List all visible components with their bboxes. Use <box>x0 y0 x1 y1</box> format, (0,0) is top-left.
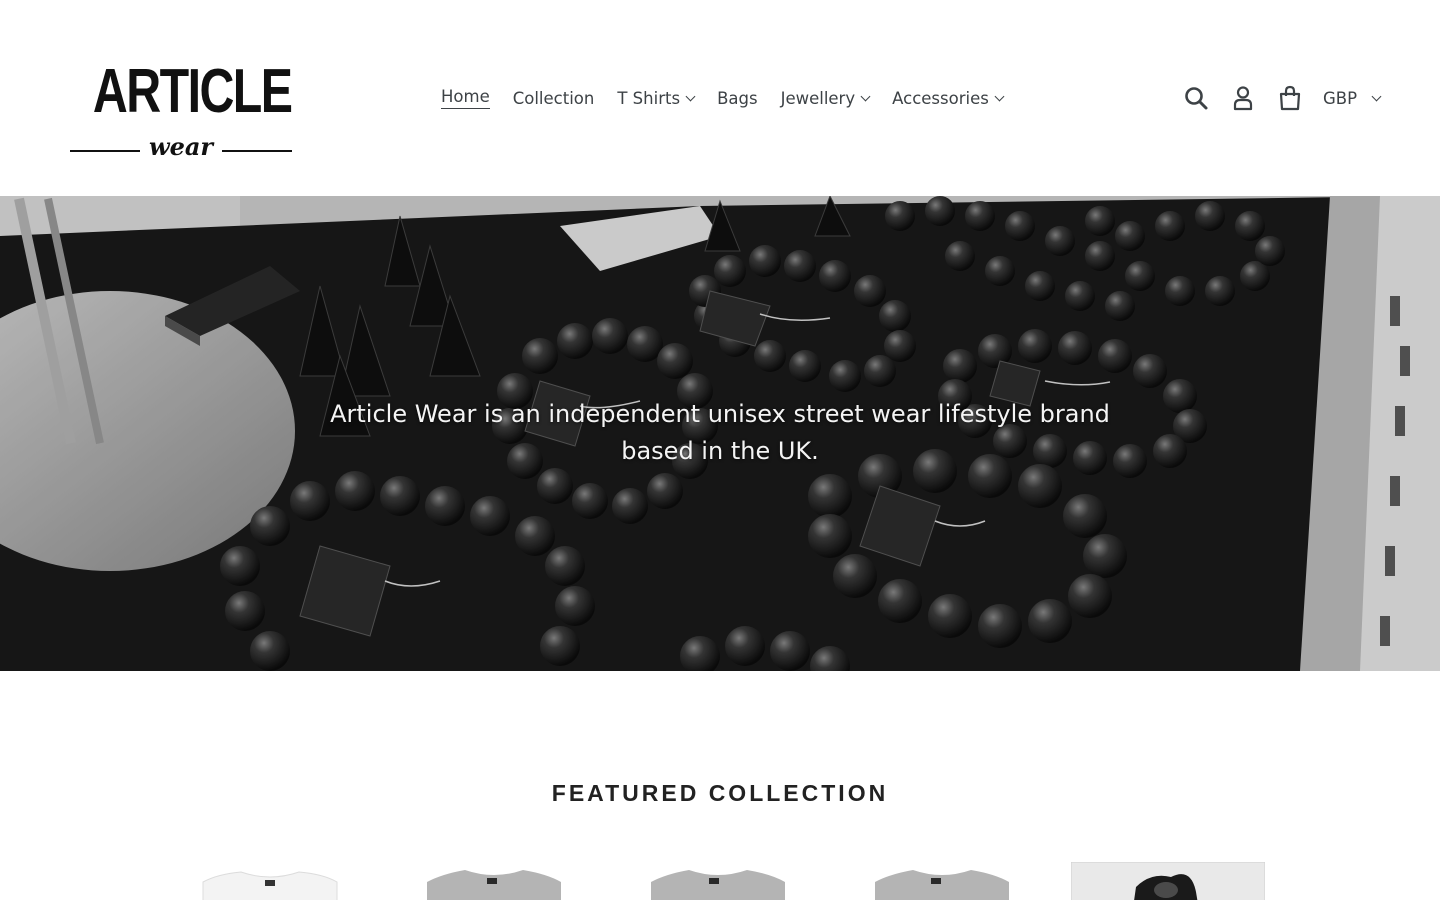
chevron-down-icon <box>1371 91 1382 101</box>
nav-item-bags[interactable]: Bags <box>717 89 758 108</box>
hero-tagline: Article Wear is an independent unisex st… <box>330 400 1110 465</box>
chevron-down-icon <box>685 91 696 101</box>
product-card[interactable] <box>1070 862 1266 900</box>
nav-item-t-shirts[interactable]: T Shirts <box>617 88 696 108</box>
product-image <box>651 870 785 900</box>
product-grid <box>0 862 1440 900</box>
logo-rule-left <box>70 150 140 152</box>
nav-item-home[interactable]: Home <box>441 87 490 109</box>
nav-label: Home <box>441 87 490 109</box>
logo-rule-right <box>222 150 292 152</box>
account-icon <box>1233 86 1253 111</box>
nav-label: T Shirts <box>617 88 681 108</box>
featured-collection-title: FEATURED COLLECTION <box>551 780 889 806</box>
nav-label: Bags <box>717 88 758 108</box>
search-icon <box>1185 87 1208 110</box>
search-button[interactable] <box>1182 84 1210 112</box>
nav-label: Accessories <box>892 88 989 108</box>
site-header: ARTICLE wear Home Collection T Shirts Ba… <box>0 0 1440 196</box>
product-card[interactable] <box>845 862 1039 900</box>
product-image <box>1070 862 1266 900</box>
logo-tagline: wear <box>148 132 214 161</box>
product-image <box>875 870 1009 900</box>
chevron-down-icon <box>860 91 871 101</box>
cart-button[interactable] <box>1276 84 1304 112</box>
account-button[interactable] <box>1229 84 1257 112</box>
cart-icon <box>1279 85 1301 111</box>
product-image <box>202 871 338 900</box>
product-card[interactable] <box>621 862 815 900</box>
nav-item-collection[interactable]: Collection <box>513 89 595 108</box>
product-card[interactable] <box>397 862 591 900</box>
logo-tagline-row: wear <box>68 132 294 161</box>
logo-wordmark: ARTICLE <box>92 57 293 126</box>
main-nav: Home Collection T Shirts Bags Jewellery … <box>441 86 1026 110</box>
nav-item-accessories[interactable]: Accessories <box>892 88 1005 108</box>
chevron-down-icon <box>994 91 1005 101</box>
currency-selector[interactable]: GBP <box>1323 86 1382 110</box>
nav-label: Jewellery <box>780 88 856 108</box>
brand-logo[interactable]: ARTICLE wear <box>68 48 294 161</box>
nav-label: Collection <box>512 88 595 108</box>
currency-value: GBP <box>1323 88 1358 108</box>
product-image <box>427 870 561 900</box>
hero-banner: Article Wear is an independent unisex st… <box>0 196 1440 671</box>
product-card[interactable] <box>173 862 367 900</box>
nav-item-jewellery[interactable]: Jewellery <box>780 88 871 108</box>
